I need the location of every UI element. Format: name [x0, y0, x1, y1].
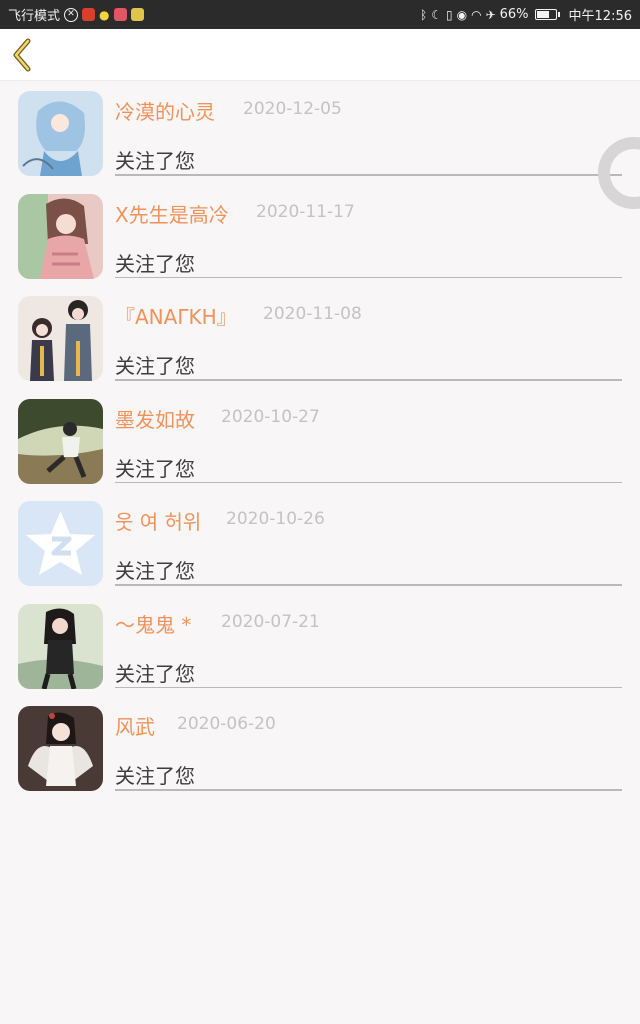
avatar[interactable] — [18, 193, 103, 279]
divider — [115, 789, 622, 791]
battery-percent: 66% — [499, 7, 529, 22]
follow-notification-list: 冷漠的心灵 2020-12-05 关注了您 X先生是高冷 2020-11-17 … — [0, 89, 640, 807]
action-text: 关注了您 — [115, 456, 195, 481]
moon-icon: ☾ — [431, 7, 442, 22]
status-right: ᛒ ☾ ▯ ◉ ◠ ✈ 66% 中午12:56 — [420, 5, 632, 24]
vibrate-icon: ▯ — [445, 7, 453, 22]
timestamp: 2020-07-21 — [221, 611, 320, 632]
status-left: 飞行模式 ✕ ● — [8, 5, 144, 24]
divider — [115, 276, 622, 278]
airplane-icon: ✈ — [485, 7, 496, 22]
timestamp: 2020-12-05 — [243, 99, 342, 119]
action-text: 关注了您 — [115, 559, 195, 583]
divider — [115, 481, 622, 483]
eye-icon: ◉ — [456, 7, 468, 22]
avatar-image — [18, 501, 103, 586]
avatar[interactable] — [18, 501, 103, 586]
list-item[interactable]: ～鬼鬼 * 2020-07-21 关注了您 — [0, 602, 640, 705]
bulb-icon: ● — [99, 7, 110, 22]
user-name[interactable]: 墨发如故 — [115, 404, 195, 433]
avatar[interactable] — [18, 706, 103, 791]
user-name[interactable]: ～鬼鬼 * — [115, 609, 191, 638]
timestamp: 2020-11-17 — [256, 201, 355, 222]
airplane-mode-text: 飞行模式 — [8, 9, 61, 24]
timestamp: 2020-11-08 — [263, 304, 362, 324]
divider — [115, 584, 622, 586]
list-item[interactable]: 『ΑΝΑΓΚΗ』 2020-11-08 关注了您 — [0, 294, 640, 397]
list-item[interactable]: 墨发如故 2020-10-27 关注了您 — [0, 397, 640, 500]
action-text: 关注了您 — [115, 764, 195, 788]
avatar[interactable] — [18, 398, 103, 484]
battery-icon — [534, 9, 560, 20]
timestamp: 2020-10-27 — [221, 406, 320, 427]
avatar-image — [18, 296, 103, 381]
list-item[interactable]: 冷漠的心灵 2020-12-05 关注了您 — [0, 89, 640, 192]
avatar-image — [18, 706, 103, 791]
back-button[interactable] — [10, 37, 36, 73]
avatar[interactable] — [18, 603, 103, 689]
divider — [115, 686, 622, 688]
user-name[interactable]: X先生是高冷 — [115, 199, 229, 228]
chevron-left-icon — [13, 38, 31, 72]
avatar[interactable] — [18, 296, 103, 381]
list-item[interactable]: 웃 여 허위 2020-10-26 关注了您 — [0, 499, 640, 602]
action-text: 关注了您 — [115, 661, 195, 686]
divider — [115, 174, 622, 176]
bluetooth-icon: ᛒ — [420, 7, 428, 22]
close-circle-icon: ✕ — [64, 7, 79, 22]
header-bar — [0, 29, 640, 81]
app-icon — [130, 8, 144, 21]
wifi-icon: ◠ — [471, 7, 482, 22]
action-text: 关注了您 — [115, 354, 195, 378]
divider — [115, 379, 622, 381]
user-name[interactable]: 风武 — [115, 711, 155, 740]
user-name[interactable]: 웃 여 허위 — [115, 506, 201, 535]
user-name[interactable]: 冷漠的心灵 — [115, 96, 215, 125]
avatar-image — [18, 603, 103, 689]
avatar-image — [18, 91, 103, 176]
avatar-image — [18, 398, 103, 484]
avatar[interactable] — [18, 91, 103, 176]
app-icon — [113, 8, 127, 21]
list-item[interactable]: X先生是高冷 2020-11-17 关注了您 — [0, 192, 640, 295]
timestamp: 2020-06-20 — [177, 714, 276, 734]
status-bar: 飞行模式 ✕ ● ᛒ ☾ ▯ ◉ ◠ ✈ 66% 中午12:56 — [0, 0, 640, 29]
action-text: 关注了您 — [115, 149, 195, 173]
action-text: 关注了您 — [115, 251, 195, 276]
app-icon — [82, 8, 96, 21]
clock: 中午12:56 — [568, 9, 632, 24]
user-name[interactable]: 『ΑΝΑΓΚΗ』 — [115, 301, 237, 330]
timestamp: 2020-10-26 — [226, 509, 325, 529]
list-item[interactable]: 风武 2020-06-20 关注了您 — [0, 704, 640, 807]
avatar-image — [18, 193, 103, 279]
